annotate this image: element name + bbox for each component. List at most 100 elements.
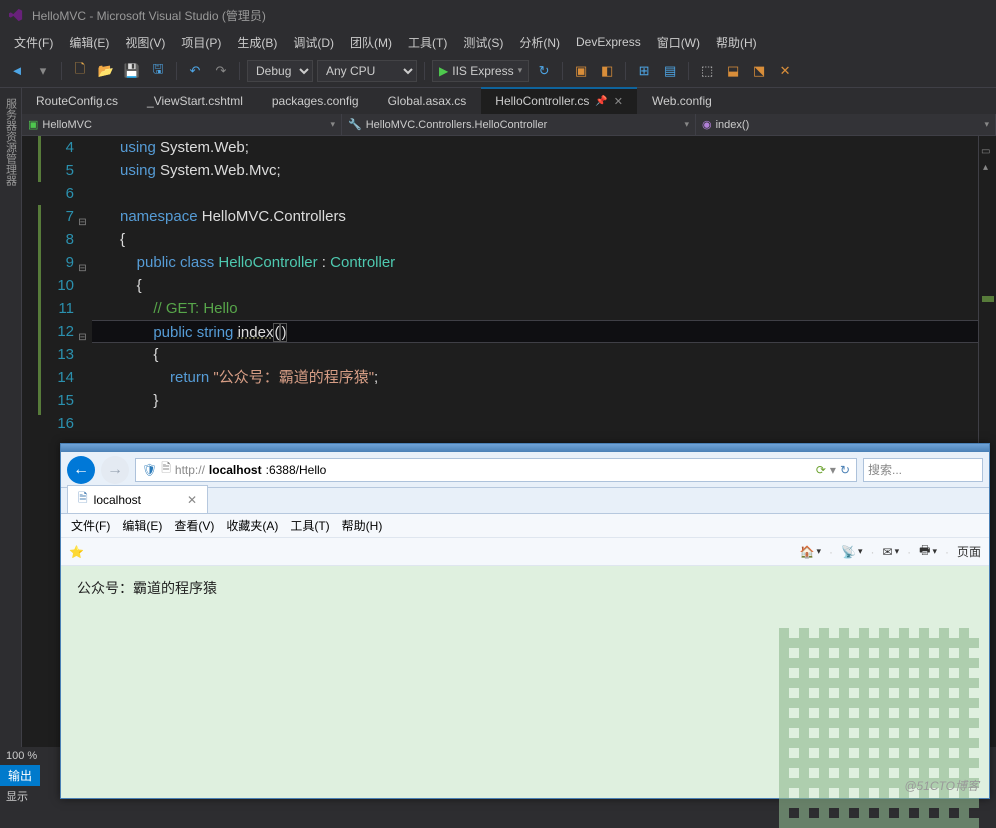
server-explorer-tab[interactable]: 服务器资源管理器 <box>1 92 21 192</box>
left-sidebar: 服务器资源管理器 <box>0 88 22 799</box>
menu-item[interactable]: 工具(T) <box>400 31 455 54</box>
dx-icon-6[interactable]: ⬓ <box>722 60 744 82</box>
pin-icon[interactable]: 📌 <box>595 96 607 107</box>
code-line[interactable]: using System.Web.Mvc; <box>92 159 978 182</box>
refresh-icon[interactable]: ↻ <box>840 463 850 477</box>
mail-button[interactable]: ✉▾ <box>883 545 900 559</box>
code-line[interactable] <box>92 182 978 205</box>
browser-forward-button[interactable]: → <box>101 456 129 484</box>
forward-icon[interactable]: ▾ <box>32 60 54 82</box>
code-line[interactable]: } <box>92 389 978 412</box>
dx-icon-7[interactable]: ⬔ <box>748 60 770 82</box>
dx-icon-5[interactable]: ⬚ <box>696 60 718 82</box>
dx-icon-8[interactable]: ✕ <box>774 60 796 82</box>
nav-project-dropdown[interactable]: ▣ HelloMVC ▾ <box>22 114 342 135</box>
qr-code-watermark <box>779 628 979 828</box>
tab-page-icon: 🗎 <box>78 489 88 510</box>
csharp-icon: ▣ <box>28 118 38 131</box>
dropdown-icon[interactable]: ▾ <box>830 463 836 477</box>
run-button[interactable]: ▶ IIS Express ▾ <box>432 60 529 82</box>
title-bar: HelloMVC - Microsoft Visual Studio (管理员) <box>0 0 996 30</box>
code-line[interactable]: using System.Web; <box>92 136 978 159</box>
menu-item[interactable]: 测试(S) <box>455 31 511 54</box>
browser-caption[interactable] <box>61 444 989 452</box>
code-line[interactable]: public string index() <box>92 320 978 343</box>
menu-item[interactable]: 生成(B) <box>229 31 285 54</box>
menu-item[interactable]: 帮助(H) <box>708 31 765 54</box>
browser-menu-item[interactable]: 查看(V) <box>174 517 214 534</box>
browser-menu-item[interactable]: 工具(T) <box>290 517 329 534</box>
dx-icon-4[interactable]: ▤ <box>659 60 681 82</box>
browser-address-row: ← → 🛡 🗎 http://localhost:6388/Hello ⟳ ▾ … <box>61 452 989 488</box>
tab-close-icon[interactable]: ✕ <box>187 493 197 507</box>
editor-tab[interactable]: _ViewStart.cshtml <box>133 88 258 114</box>
code-line[interactable]: public class HelloController : Controlle… <box>92 251 978 274</box>
code-line[interactable]: namespace HelloMVC.Controllers <box>92 205 978 228</box>
code-line[interactable]: { <box>92 228 978 251</box>
browser-menu-item[interactable]: 文件(F) <box>71 517 110 534</box>
print-button[interactable]: 🖶▾ <box>919 541 937 562</box>
close-icon[interactable]: ✕ <box>614 95 623 108</box>
code-nav-bar: ▣ HelloMVC ▾ 🔧 HelloMVC.Controllers.Hell… <box>22 114 996 136</box>
scroll-up-icon[interactable]: ▴ <box>983 156 988 179</box>
shield-icon[interactable]: 🛡 <box>142 463 157 477</box>
editor-tab[interactable]: packages.config <box>258 88 374 114</box>
nav-method-dropdown[interactable]: ◉ index() ▾ <box>696 114 996 135</box>
dx-icon-3[interactable]: ⊞ <box>633 60 655 82</box>
page-text: 公众号：霸道的程序猿 <box>77 578 973 598</box>
editor-tab[interactable]: HelloController.cs📌✕ <box>481 88 638 114</box>
menu-item[interactable]: 视图(V) <box>117 31 173 54</box>
browser-menu-item[interactable]: 编辑(E) <box>122 517 162 534</box>
menu-item[interactable]: 窗口(W) <box>649 31 708 54</box>
menu-item[interactable]: 文件(F) <box>6 31 61 54</box>
platform-dropdown[interactable]: Any CPU <box>317 60 417 82</box>
page-icon: 🗎 <box>161 459 171 480</box>
menu-item[interactable]: 调试(D) <box>285 31 342 54</box>
open-icon[interactable]: 📂 <box>95 60 117 82</box>
undo-icon[interactable]: ↶ <box>184 60 206 82</box>
fold-icon[interactable]: ⊟ <box>77 211 88 234</box>
browser-tabs: 🗎 localhost ✕ <box>61 488 989 514</box>
code-line[interactable]: { <box>92 274 978 297</box>
browser-link-icon[interactable]: ↻ <box>533 60 555 82</box>
back-icon[interactable]: ◄ <box>6 60 28 82</box>
favorites-icon[interactable]: ⭐ <box>69 545 84 559</box>
browser-menu-item[interactable]: 帮助(H) <box>342 517 383 534</box>
menu-item[interactable]: 团队(M) <box>342 31 400 54</box>
code-line[interactable]: // GET: Hello <box>92 297 978 320</box>
menu-item[interactable]: 分析(N) <box>511 31 568 54</box>
browser-search-field[interactable]: 搜索... <box>863 458 983 482</box>
code-line[interactable]: { <box>92 343 978 366</box>
browser-back-button[interactable]: ← <box>67 456 95 484</box>
editor-tab[interactable]: Global.asax.cs <box>374 88 482 114</box>
config-dropdown[interactable]: Debug <box>247 60 313 82</box>
output-tab[interactable]: 输出 <box>0 765 40 786</box>
save-all-icon[interactable]: 🖫 <box>147 60 169 82</box>
editor-tab[interactable]: Web.config <box>638 88 727 114</box>
browser-toolbar: ⭐ 🏠▾ · 📡▾ · ✉▾ · 🖶▾ · 页面 <box>61 538 989 566</box>
fold-icon[interactable]: ⊟ <box>77 257 88 280</box>
window-title: HelloMVC - Microsoft Visual Studio (管理员) <box>32 7 266 24</box>
feeds-button[interactable]: 📡▾ <box>841 545 862 559</box>
editor-tab[interactable]: RouteConfig.cs <box>22 88 133 114</box>
dx-icon-2[interactable]: ◧ <box>596 60 618 82</box>
code-line[interactable] <box>92 412 978 435</box>
new-project-icon[interactable]: 🗋 <box>69 60 91 82</box>
dx-icon-1[interactable]: ▣ <box>570 60 592 82</box>
compat-icon[interactable]: ⟳ <box>816 463 826 477</box>
address-bar[interactable]: 🛡 🗎 http://localhost:6388/Hello ⟳ ▾ ↻ <box>135 458 857 482</box>
menu-item[interactable]: 项目(P) <box>173 31 229 54</box>
save-icon[interactable]: 💾 <box>121 60 143 82</box>
nav-class-dropdown[interactable]: 🔧 HelloMVC.Controllers.HelloController ▾ <box>342 114 696 135</box>
page-button[interactable]: 页面 <box>957 543 981 560</box>
home-button[interactable]: 🏠▾ <box>800 545 821 559</box>
play-icon: ▶ <box>439 64 448 78</box>
browser-tab[interactable]: 🗎 localhost ✕ <box>67 485 208 513</box>
menu-item[interactable]: DevExpress <box>568 32 649 52</box>
fold-icon[interactable]: ⊟ <box>77 326 88 349</box>
redo-icon[interactable]: ↷ <box>210 60 232 82</box>
watermark-text: @51CTO博客 <box>904 777 979 794</box>
menu-item[interactable]: 编辑(E) <box>61 31 117 54</box>
browser-menu-item[interactable]: 收藏夹(A) <box>226 517 278 534</box>
code-line[interactable]: return "公众号：霸道的程序猿"; <box>92 366 978 389</box>
